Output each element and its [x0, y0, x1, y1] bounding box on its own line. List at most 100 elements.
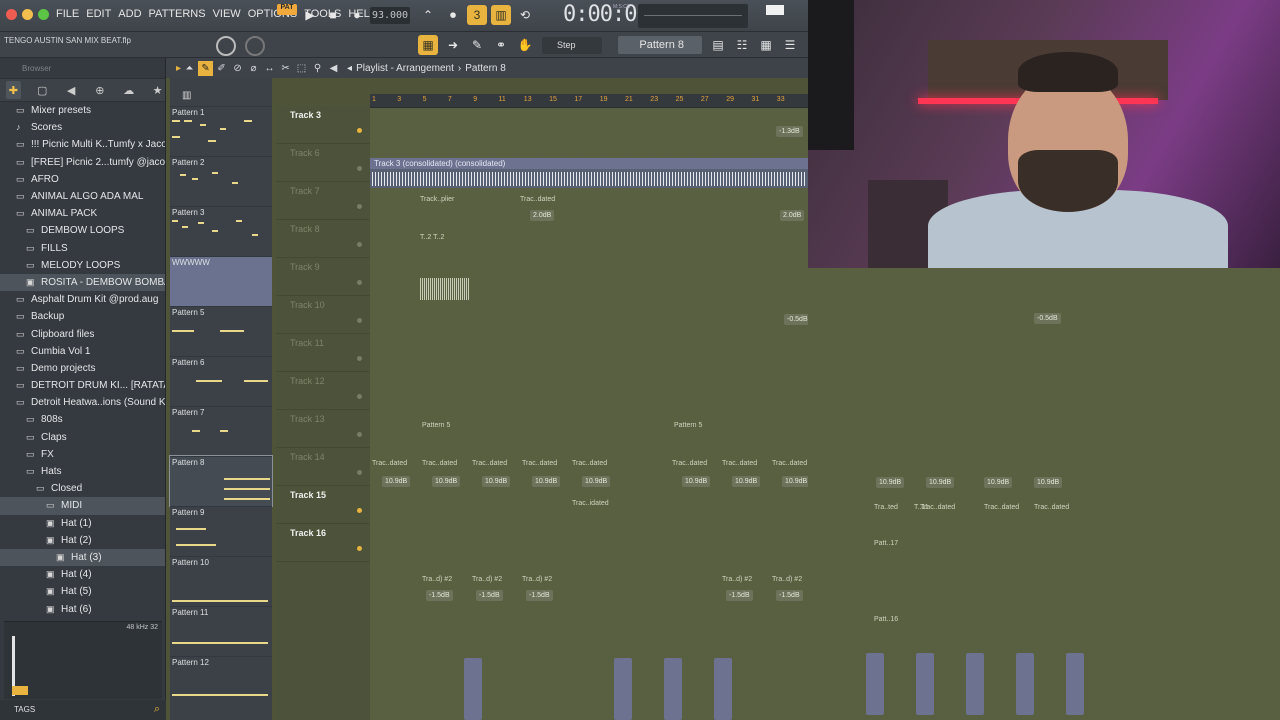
- clip-label[interactable]: Patt..17: [874, 540, 898, 547]
- clip-label[interactable]: Trac..dated: [472, 460, 507, 467]
- draw-tool-icon[interactable]: ✎: [198, 60, 214, 76]
- master-volume-knob[interactable]: [216, 36, 236, 56]
- clip-label[interactable]: Trac..dated: [672, 460, 707, 467]
- browser-item[interactable]: ▭ MIDI: [0, 497, 165, 515]
- hand-icon[interactable]: ✋: [515, 35, 535, 55]
- clip-label[interactable]: Tra..ted: [874, 504, 898, 511]
- sample-clip[interactable]: [464, 658, 482, 720]
- browser-item[interactable]: ▣ Hat (3): [0, 548, 165, 567]
- metronome-icon[interactable]: ⌃: [418, 5, 438, 25]
- track-header[interactable]: Track 11: [276, 334, 370, 372]
- tags-label[interactable]: TAGS: [14, 705, 35, 714]
- brush-icon[interactable]: ✎: [467, 35, 487, 55]
- track-led-icon[interactable]: [357, 356, 362, 361]
- track-header[interactable]: Track 13: [276, 410, 370, 448]
- delete-tool-icon[interactable]: ⊘: [230, 61, 245, 76]
- magnet-icon[interactable]: ⏶: [182, 61, 197, 76]
- menu-patterns[interactable]: PATTERNS: [149, 8, 206, 20]
- menu-view[interactable]: VIEW: [213, 8, 241, 20]
- track-led-icon[interactable]: [357, 508, 362, 513]
- pattern-item[interactable]: Pattern 8: [169, 455, 273, 507]
- zoom-tool-icon[interactable]: ⚲: [310, 61, 325, 76]
- browser-item[interactable]: ▭ Cumbia Vol 1: [0, 343, 165, 360]
- master-pitch-knob[interactable]: [245, 36, 265, 56]
- pattern-item[interactable]: Pattern 9: [170, 506, 272, 556]
- browser-item[interactable]: ▭ Demo projects: [0, 360, 165, 377]
- pat-song-toggle[interactable]: PAT: [277, 4, 297, 15]
- piano-roll-icon[interactable]: ▦: [756, 35, 776, 55]
- clip-label[interactable]: Pattern 5: [674, 422, 702, 429]
- speaker-icon[interactable]: ◀: [64, 81, 79, 99]
- browser-item[interactable]: ▭ MELODY LOOPS: [0, 257, 165, 274]
- arrow-left-icon[interactable]: ◂: [347, 63, 352, 74]
- play-icon[interactable]: ▶: [300, 5, 320, 25]
- clip-label[interactable]: Pattern 5: [422, 422, 450, 429]
- sample-clip[interactable]: [966, 653, 984, 715]
- track-header[interactable]: Track 3: [276, 106, 370, 144]
- browser-item[interactable]: ▭ AFRO: [0, 171, 165, 188]
- cloud-icon[interactable]: ☁: [121, 81, 136, 99]
- track-header[interactable]: Track 14: [276, 448, 370, 486]
- plugin-icon[interactable]: ⊕: [92, 81, 107, 99]
- clip-label[interactable]: Trac..dated: [522, 460, 557, 467]
- loop-record-icon[interactable]: ⟲: [515, 5, 535, 25]
- browser-item[interactable]: ▣ Hat (1): [0, 515, 165, 532]
- menu-file[interactable]: FILE: [56, 8, 79, 20]
- menu-add[interactable]: ADD: [118, 8, 141, 20]
- step-edit-icon[interactable]: ▥: [491, 5, 511, 25]
- search-icon[interactable]: ⌕: [154, 703, 160, 716]
- browser-item[interactable]: ▭ 808s: [0, 411, 165, 428]
- browser-item[interactable]: ▣ Hat (2): [0, 532, 165, 549]
- browser-item[interactable]: ▭ FILLS: [0, 240, 165, 257]
- snap-icon[interactable]: ▦: [418, 35, 438, 55]
- browser-item[interactable]: ▭ Hats: [0, 463, 165, 480]
- tempo-display[interactable]: 93.000: [370, 7, 410, 24]
- record-icon[interactable]: ●: [347, 5, 367, 25]
- sample-clip[interactable]: [714, 658, 732, 720]
- maximize-window-button[interactable]: [38, 9, 49, 20]
- track-led-icon[interactable]: [357, 128, 362, 133]
- star-icon[interactable]: ★: [150, 81, 165, 99]
- browser-item[interactable]: ▭ DETROIT DRUM KI... [RATATA] 2023: [0, 377, 165, 394]
- browser-item[interactable]: ▭ ANIMAL ALGO ADA MAL: [0, 188, 165, 205]
- playback-tool-icon[interactable]: ◀: [326, 61, 341, 76]
- sample-clip[interactable]: [664, 658, 682, 720]
- arrangement-grid-right[interactable]: -0.5dB Tra..ted Trac..dated Trac..dated …: [808, 268, 1280, 720]
- browser-item[interactable]: ▭ [FREE] Picnic 2...tumfy @jacobvj1): [0, 154, 165, 171]
- clip-label[interactable]: Trac..dated: [372, 460, 407, 467]
- browser-item[interactable]: ▭ Claps: [0, 429, 165, 446]
- browser-item[interactable]: ▭ FX: [0, 446, 165, 463]
- timeline-ruler[interactable]: 1 3 5 7 9 11 13 15 17 19 21 23 25 27 29 31 33: [370, 94, 808, 108]
- browser-item[interactable]: ▭ Clipboard files: [0, 325, 165, 342]
- track-header[interactable]: Track 12: [276, 372, 370, 410]
- slice-tool-icon[interactable]: ✂: [278, 61, 293, 76]
- link-icon[interactable]: ⚭: [491, 35, 511, 55]
- browser-item[interactable]: ▭ Asphalt Drum Kit @prod.aug: [0, 291, 165, 308]
- track-header[interactable]: Track 10: [276, 296, 370, 334]
- audio-clip-waveform[interactable]: [420, 278, 470, 300]
- track-header[interactable]: Track 15: [276, 486, 370, 524]
- consolidated-clip[interactable]: Track 3 (consolidated) (consolidated): [370, 158, 808, 188]
- browser-item[interactable]: ▭ ANIMAL PACK: [0, 205, 165, 222]
- clip-label[interactable]: T..11: [914, 504, 929, 511]
- browser-item[interactable]: ♪ Scores: [0, 119, 165, 136]
- sample-clip[interactable]: [1016, 653, 1034, 715]
- clip-label[interactable]: Trac..dated: [772, 460, 807, 467]
- track-led-icon[interactable]: [357, 318, 362, 323]
- track-header[interactable]: Track 6: [276, 144, 370, 182]
- clip-label[interactable]: Trac..dated: [572, 460, 607, 467]
- clip-label[interactable]: Tra..d) #2: [772, 576, 802, 583]
- clip-label[interactable]: Tra..d) #2: [522, 576, 552, 583]
- pattern-item[interactable]: Pattern 12: [170, 656, 272, 706]
- track-led-icon[interactable]: [357, 242, 362, 247]
- pattern-item[interactable]: Pattern 3: [170, 206, 272, 256]
- playlist-menu-icon[interactable]: ▸: [176, 63, 181, 74]
- clip-label[interactable]: Trac..dated: [422, 460, 457, 467]
- sample-clip[interactable]: [614, 658, 632, 720]
- countdown-icon[interactable]: 3: [467, 5, 487, 25]
- playlist-pattern[interactable]: Pattern 8: [465, 63, 506, 74]
- track-led-icon[interactable]: [357, 166, 362, 171]
- piano-icon[interactable]: ▥: [182, 90, 191, 101]
- pattern-selector[interactable]: Pattern 8: [618, 36, 702, 54]
- arrangement-grid[interactable]: Track 3 (consolidated) (consolidated) -1…: [370, 108, 808, 720]
